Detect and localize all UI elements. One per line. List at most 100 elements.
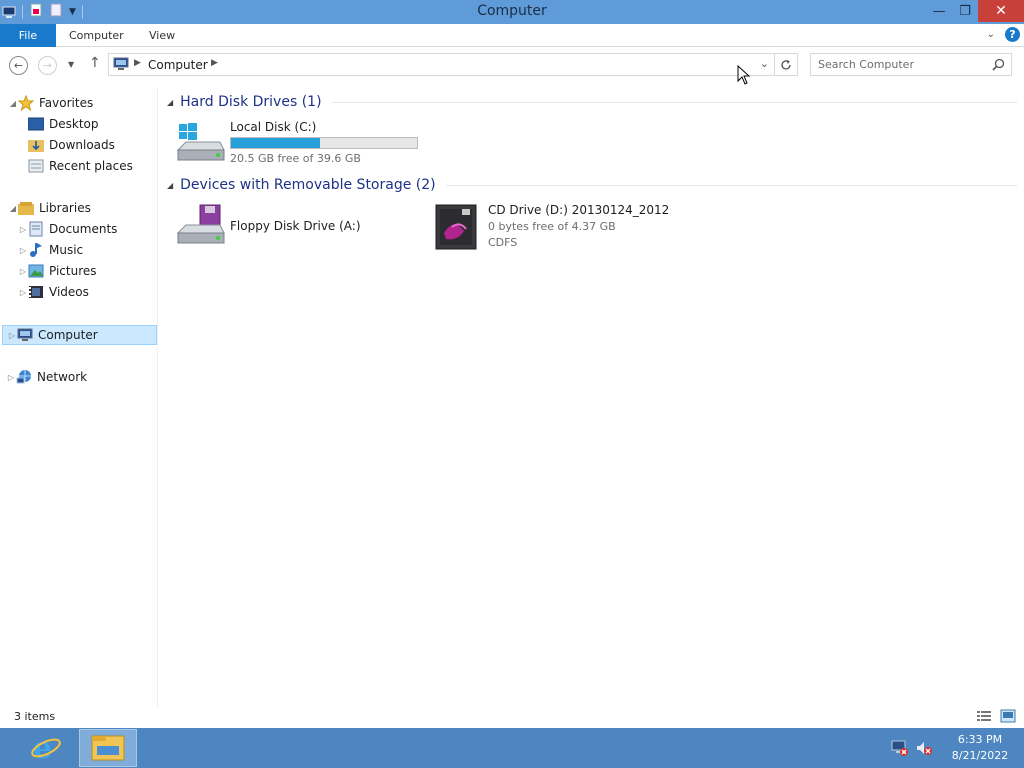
nav-label: Recent places [49,159,133,173]
navigation-pane: ◢ Favorites Desktop Downloads Recent pla… [0,88,158,708]
downloads-folder-icon [28,137,44,153]
drive-cd-d[interactable]: CD Drive (D:) 20130124_2012 0 bytes free… [434,203,669,251]
close-button[interactable]: ✕ [978,0,1024,22]
nav-label: Downloads [49,138,115,152]
recent-places-icon [28,158,44,174]
network-icon [16,369,32,385]
breadcrumb-chevron-icon[interactable]: ▶ [211,58,218,68]
back-button[interactable]: ← [9,56,28,75]
group-hard-disk-drives[interactable]: ◢ Hard Disk Drives (1) [167,94,1017,110]
title-bar: ▼ Computer — ❐ ✕ [0,0,1024,24]
group-divider [331,101,1017,103]
tab-file[interactable]: File [0,24,56,47]
computer-icon [17,327,33,343]
recent-locations-button[interactable]: ▼ [68,60,74,69]
nav-videos[interactable]: ▷ Videos [18,282,89,302]
nav-recent-places[interactable]: Recent places [28,156,133,176]
system-tray: 6:33 PM 8/21/2022 [888,728,1024,768]
nav-computer[interactable]: ▷ Computer [2,325,157,345]
refresh-button[interactable] [774,54,797,75]
music-icon [28,242,44,258]
taskbar: e 6:33 PM 8/21/2022 [0,728,1024,768]
breadcrumb-computer[interactable]: Computer [148,58,208,72]
nav-downloads[interactable]: Downloads [28,135,115,155]
nav-label: Computer [38,328,98,342]
drive-name: CD Drive (D:) 20130124_2012 [488,203,670,217]
mouse-cursor-icon [737,64,751,88]
star-icon [18,95,34,111]
group-removable-storage[interactable]: ◢ Devices with Removable Storage (2) [167,177,1017,193]
nav-pictures[interactable]: ▷ Pictures [18,261,97,281]
details-view-icon[interactable] [976,709,992,726]
clock-time: 6:33 PM [957,733,1003,746]
search-input[interactable] [818,58,988,71]
nav-desktop[interactable]: Desktop [28,114,99,134]
help-icon[interactable]: ? [1005,27,1020,42]
clock[interactable]: 6:33 PM 8/21/2022 [936,732,1024,764]
expand-arrow-icon[interactable]: ▷ [18,288,28,297]
drive-free-space: 20.5 GB free of 39.6 GB [230,152,361,165]
minimize-button[interactable]: — [926,0,952,22]
file-explorer-button[interactable] [79,729,137,767]
large-icons-view-icon[interactable] [1000,709,1016,726]
status-bar: 3 items [0,707,1024,728]
expand-arrow-icon[interactable]: ▷ [18,225,28,234]
collapse-arrow-icon[interactable]: ◢ [8,204,18,213]
drive-name: Floppy Disk Drive (A:) [230,219,361,233]
nav-documents[interactable]: ▷ Documents [18,219,117,239]
nav-music[interactable]: ▷ Music [18,240,83,260]
volume-muted-icon[interactable] [912,728,936,768]
network-disconnected-icon[interactable] [888,728,912,768]
clock-date: 8/21/2022 [951,749,1009,762]
forward-button[interactable]: → [38,56,57,75]
nav-label: Pictures [49,264,97,278]
drive-local-disk-c[interactable]: Local Disk (C:) 20.5 GB free of 39.6 GB [176,120,418,168]
search-box[interactable] [810,53,1012,76]
breadcrumb-chevron-icon[interactable]: ▶ [134,58,141,68]
restore-button[interactable]: ❐ [952,0,978,22]
file-explorer-icon [91,732,125,765]
dvd-disc-icon [434,203,484,251]
nav-favorites[interactable]: ◢ Favorites [8,93,93,113]
drive-floppy-a[interactable]: Floppy Disk Drive (A:) [176,203,361,251]
group-divider [445,184,1017,186]
collapse-group-icon[interactable]: ◢ [167,181,173,190]
nav-label: Documents [49,222,118,236]
nav-label: Desktop [49,117,99,131]
drive-file-system: CDFS [488,236,518,249]
videos-icon [28,284,44,300]
nav-libraries[interactable]: ◢ Libraries [8,198,91,218]
internet-explorer-button[interactable]: e [17,729,75,767]
tab-computer[interactable]: Computer [69,24,124,47]
window-title: Computer [477,3,547,19]
item-count: 3 items [14,710,56,723]
address-bar[interactable]: ▶ Computer ▶ ⌄ [108,53,798,76]
expand-arrow-icon[interactable]: ▷ [18,267,28,276]
expand-arrow-icon[interactable]: ▷ [18,246,28,255]
desktop-icon [28,116,44,132]
group-title: Devices with Removable Storage (2) [180,177,436,193]
tab-view[interactable]: View [149,24,175,47]
expand-arrow-icon[interactable]: ▷ [7,331,17,340]
arrow-left-icon: ← [13,59,24,72]
nav-label: Favorites [39,96,94,110]
nav-label: Music [49,243,84,257]
nav-label: Network [37,370,88,384]
nav-network[interactable]: ▷ Network [6,367,87,387]
computer-icon [113,57,129,74]
collapse-arrow-icon[interactable]: ◢ [8,99,18,108]
nav-label: Libraries [39,201,91,215]
address-history-dropdown[interactable]: ⌄ [760,57,769,70]
up-button[interactable]: ↑ [89,55,101,71]
expand-ribbon-icon[interactable]: ⌄ [987,29,995,40]
libraries-icon [18,200,34,216]
floppy-drive-icon [176,203,226,251]
search-icon[interactable] [992,58,1005,74]
refresh-icon [781,59,791,70]
arrow-right-icon: → [42,59,53,72]
expand-arrow-icon[interactable]: ▷ [6,373,16,382]
documents-icon [28,221,44,237]
collapse-group-icon[interactable]: ◢ [167,98,173,107]
drive-name: Local Disk (C:) [230,120,317,134]
drive-free-space: 0 bytes free of 4.37 GB [488,220,616,233]
